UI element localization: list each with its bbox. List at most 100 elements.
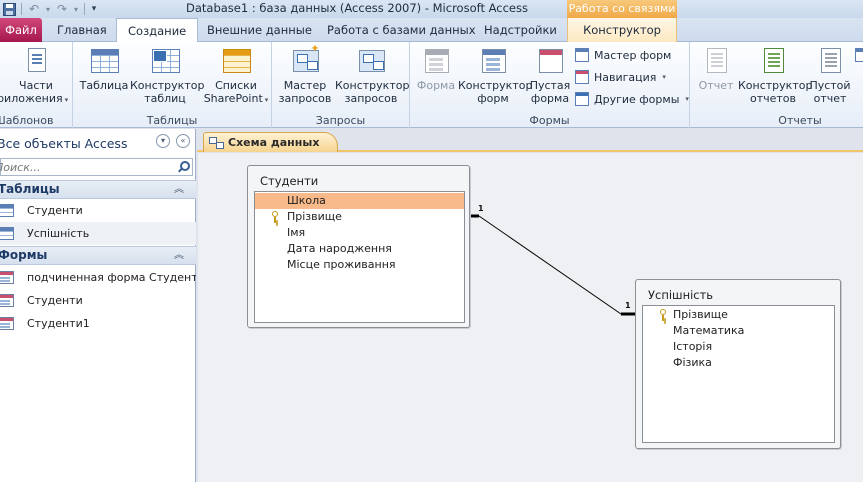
field-row[interactable]: Дата народження	[255, 241, 464, 257]
table-icon	[0, 227, 14, 240]
form-icon	[0, 271, 14, 284]
sharepoint-lists-button[interactable]: Списки SharePoint ▾	[201, 46, 271, 107]
dropdown-icon: ▾	[264, 96, 269, 104]
title-bar: ↶ ▾ ↷ ▾ ▾ Database1 : база данных (Acces…	[0, 0, 863, 18]
group-label-templates: Шаблонов	[0, 114, 54, 127]
undo-icon[interactable]: ↶	[25, 1, 43, 17]
nav-search-input[interactable]	[0, 159, 165, 175]
ribbon-tabs: Файл Главная Создание Внешние данные Раб…	[0, 18, 863, 43]
primary-key-icon	[659, 309, 667, 321]
tab-addins[interactable]: Надстройки	[484, 18, 557, 42]
more-forms-button[interactable]: Другие формы ▾	[574, 89, 689, 109]
group-label-tables: Таблицы	[146, 114, 198, 127]
table-title: Студенти	[260, 174, 319, 188]
dropdown-icon: ▾	[662, 73, 666, 81]
tab-create[interactable]: Создание	[116, 18, 199, 43]
group-reports: Отчет Конструктор отчетов Пустой отчет О…	[690, 42, 863, 128]
field-row[interactable]: Історія	[643, 339, 834, 355]
query-design-icon	[354, 46, 388, 76]
form-icon	[0, 317, 14, 330]
blank-form-button[interactable]: Пустая форма	[529, 46, 571, 105]
context-group-title: Работа со связями	[567, 0, 677, 18]
relationships-canvas[interactable]: 1 1 Студенти Школа Прізвище Імя Дата нар…	[198, 153, 863, 482]
report-wizard-icon	[854, 47, 863, 63]
nav-item-form-studenty1[interactable]: Студенти1	[0, 312, 196, 335]
group-templates: Части приложения▾ Шаблонов	[0, 42, 73, 128]
table-design-button[interactable]: Конструктор таблиц	[130, 46, 204, 105]
table-icon	[0, 204, 14, 217]
table-window-studenty[interactable]: Студенти Школа Прізвище Імя Дата народже…	[247, 165, 470, 328]
group-tables: Таблица Конструктор таблиц Списки ShareP…	[73, 42, 272, 128]
window-title: Database1 : база данных (Access 2007) - …	[186, 1, 528, 15]
navigation-pane: Все объекты Access ▾ « Таблицы ︽ Студент…	[0, 129, 196, 482]
group-queries: ✦ Мастер запросов Конструктор запросов З…	[272, 42, 410, 128]
nav-item-table-uspishnist[interactable]: Успішність	[0, 222, 196, 245]
navigation-button[interactable]: Навигация ▾	[574, 67, 666, 87]
dropdown-icon[interactable]: ▾	[71, 1, 81, 17]
field-row[interactable]: Прізвище	[255, 209, 464, 225]
application-parts-button[interactable]: Части приложения▾	[0, 46, 72, 107]
customize-qat-icon[interactable]: ▾	[88, 1, 100, 17]
form-wizard-button[interactable]: Мастер форм	[574, 45, 671, 65]
redo-icon[interactable]: ↷	[53, 1, 71, 17]
tab-file[interactable]: Файл	[0, 18, 42, 42]
dropdown-icon: ▾	[685, 95, 689, 103]
nav-section-forms[interactable]: Формы ︽	[0, 246, 196, 265]
cardinality-one-right: 1	[625, 301, 631, 310]
field-row[interactable]: Фізика	[643, 355, 834, 371]
report-design-button[interactable]: Конструктор отчетов	[738, 46, 812, 105]
nav-item-form-studenty[interactable]: Студенти	[0, 289, 196, 312]
query-wizard-button[interactable]: ✦ Мастер запросов	[276, 43, 334, 105]
collapse-pane-icon[interactable]: «	[176, 134, 190, 148]
field-row[interactable]: Імя	[255, 225, 464, 241]
nav-item-subform-studenty[interactable]: подчиненная форма Студенти	[0, 266, 196, 289]
field-list: Прізвище Математика Історія Фізика	[642, 305, 835, 443]
table-button[interactable]: Таблица	[79, 46, 129, 92]
query-design-button[interactable]: Конструктор запросов	[335, 46, 409, 105]
query-wizard-icon: ✦	[288, 43, 322, 76]
report-wizard-small-button[interactable]	[854, 45, 863, 65]
ribbon: Части приложения▾ Шаблонов Таблица Конст…	[0, 42, 863, 128]
tab-home[interactable]: Главная	[57, 18, 107, 42]
dropdown-icon[interactable]: ▾	[43, 1, 53, 17]
group-label-reports: Отчеты	[778, 114, 822, 127]
save-icon[interactable]	[0, 1, 18, 17]
nav-item-table-studenty[interactable]: Студенти	[0, 199, 196, 222]
tab-database-tools[interactable]: Работа с базами данных	[327, 18, 476, 42]
group-forms: Форма Конструктор форм Пустая форма Маст…	[410, 42, 690, 128]
form-wizard-icon	[574, 47, 590, 63]
field-row[interactable]: Прізвище	[643, 307, 834, 323]
nav-search-box	[0, 158, 193, 176]
cardinality-one-left: 1	[478, 204, 484, 213]
blank-report-button[interactable]: Пустой отчет	[808, 46, 852, 105]
form-icon	[419, 46, 453, 76]
nav-menu-dropdown-icon[interactable]: ▾	[156, 134, 170, 148]
quick-access-toolbar: ↶ ▾ ↷ ▾ ▾	[0, 1, 100, 17]
dropdown-icon: ▾	[64, 96, 69, 104]
tab-relationships[interactable]: Схема данных	[203, 132, 339, 152]
search-icon[interactable]	[176, 160, 190, 174]
tab-external-data[interactable]: Внешние данные	[207, 18, 312, 42]
table-title: Успішність	[648, 288, 714, 302]
group-label-forms: Формы	[529, 114, 570, 127]
report-button[interactable]: Отчет	[696, 46, 736, 92]
field-row[interactable]: Математика	[643, 323, 834, 339]
application-parts-icon	[19, 46, 53, 76]
collapse-chevron-icon: ︽	[174, 184, 184, 195]
nav-section-tables[interactable]: Таблицы ︽	[0, 180, 196, 199]
field-row[interactable]: Місце проживання	[255, 257, 464, 273]
form-design-icon	[476, 46, 510, 76]
relationships-icon	[209, 137, 224, 149]
report-design-icon	[756, 46, 790, 76]
report-icon	[699, 46, 733, 76]
blank-report-icon	[813, 46, 847, 76]
table-window-uspishnist[interactable]: Успішність Прізвище Математика Історія Ф…	[635, 279, 841, 449]
tab-design[interactable]: Конструктор	[567, 18, 677, 42]
group-label-queries: Запросы	[315, 114, 366, 127]
primary-key-icon	[271, 211, 279, 223]
field-row[interactable]: Школа	[255, 193, 464, 209]
form-button[interactable]: Форма	[415, 46, 457, 92]
navigation-form-icon	[574, 69, 590, 85]
more-forms-icon	[574, 91, 590, 107]
form-design-button[interactable]: Конструктор форм	[458, 46, 532, 105]
